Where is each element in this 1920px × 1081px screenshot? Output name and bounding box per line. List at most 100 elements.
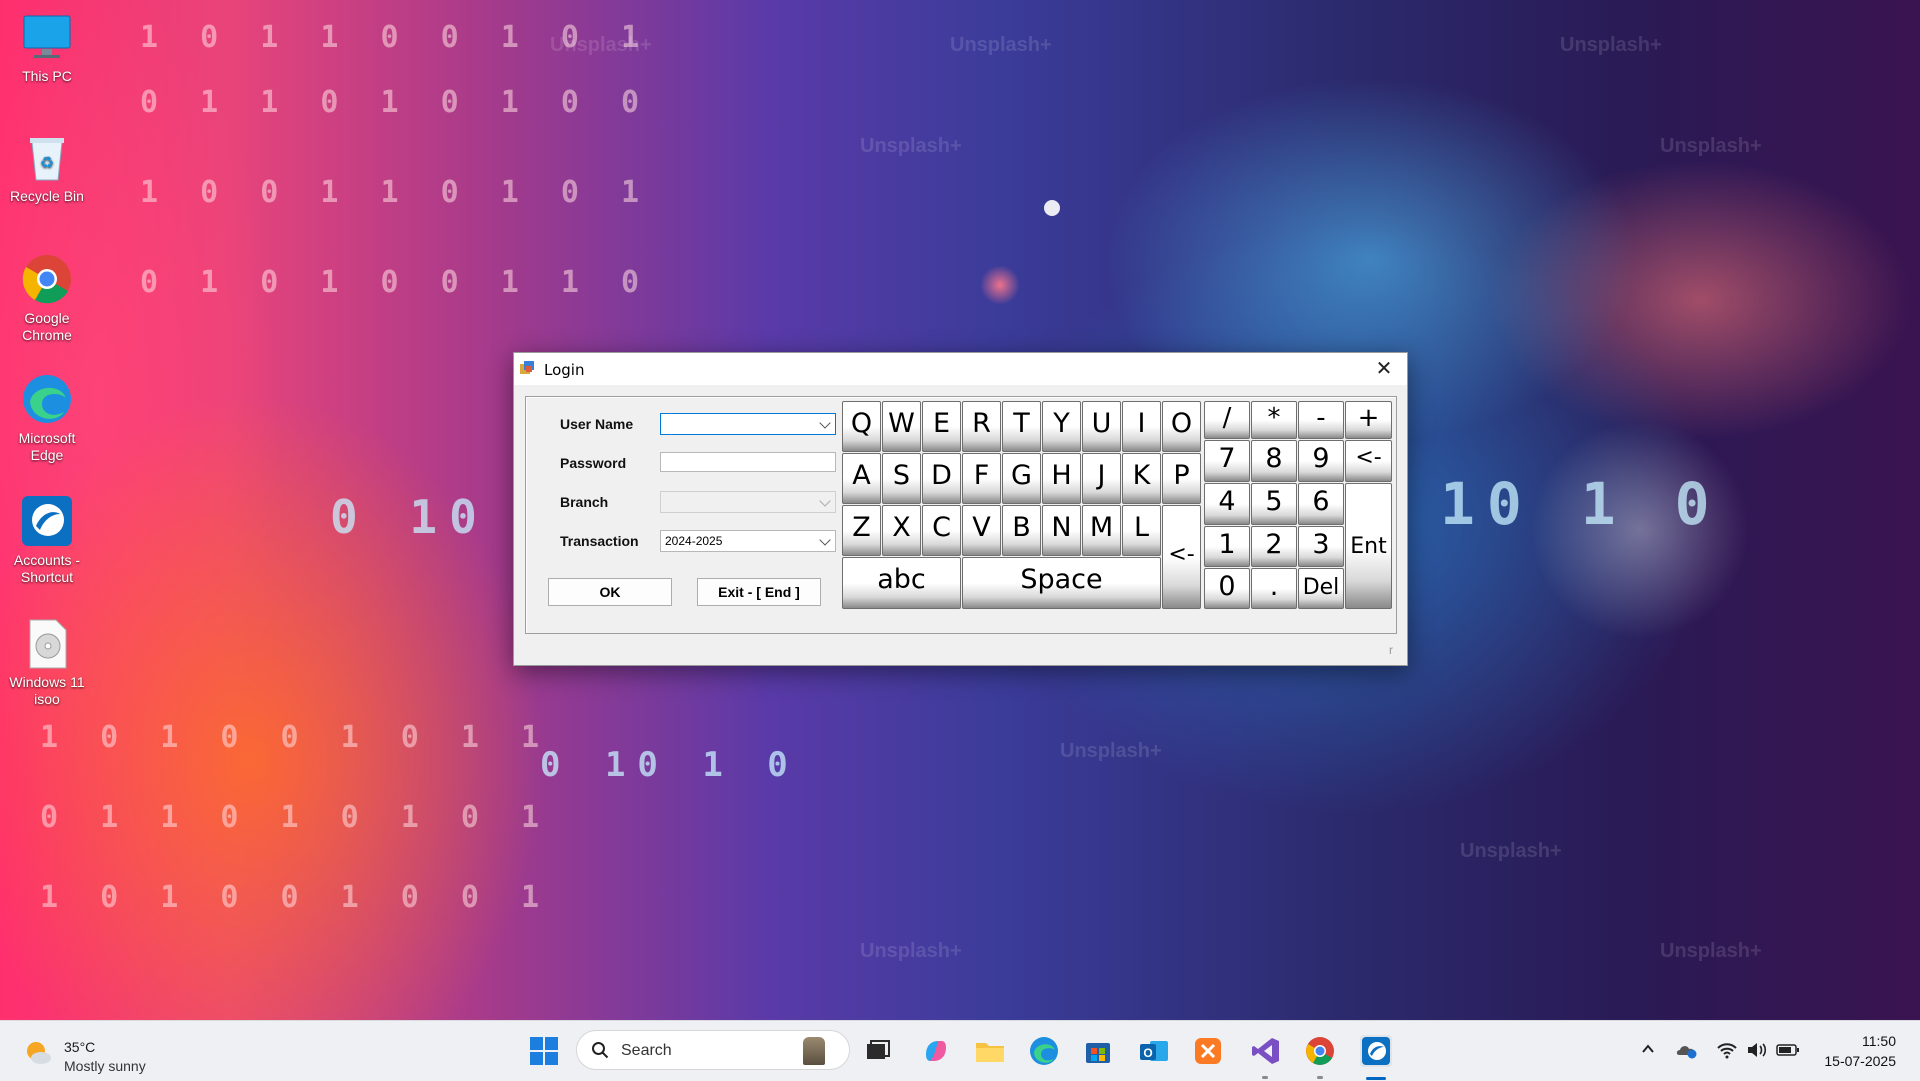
key-8[interactable]: 8 [1251, 440, 1297, 482]
username-combobox[interactable] [660, 413, 836, 435]
battery-icon[interactable] [1776, 1041, 1800, 1062]
ok-button[interactable]: OK [548, 578, 672, 606]
wifi-icon[interactable] [1716, 1041, 1738, 1062]
key-k[interactable]: K [1122, 453, 1161, 504]
desktop-icon-recycle-bin[interactable]: ♻ Recycle Bin [4, 130, 90, 205]
key-numpad-backspace[interactable]: <- [1345, 440, 1392, 482]
show-hidden-icons-chevron-icon[interactable] [1640, 1041, 1656, 1060]
key-w[interactable]: W [882, 401, 921, 452]
dialog-body: User Name Password Branch Transaction 20… [525, 396, 1397, 634]
key-plus[interactable]: + [1345, 401, 1392, 439]
key-1[interactable]: 1 [1204, 526, 1250, 567]
edge-icon[interactable] [1028, 1035, 1060, 1067]
on-screen-keyboard: Q W E R T Y U I O A S D F G H J K P Z X … [842, 401, 1394, 615]
key-d[interactable]: D [922, 453, 961, 504]
desktop-icon-google-chrome[interactable]: Google Chrome [4, 252, 90, 344]
chevron-down-icon[interactable] [819, 417, 831, 429]
chrome-icon[interactable] [1304, 1035, 1336, 1067]
key-i[interactable]: I [1122, 401, 1161, 452]
key-c[interactable]: C [922, 505, 961, 556]
key-del[interactable]: Del [1298, 568, 1344, 609]
key-9[interactable]: 9 [1298, 440, 1344, 482]
key-p[interactable]: P [1162, 453, 1201, 504]
wallpaper-watermark: Unsplash+ [550, 34, 652, 56]
running-indicator [1317, 1076, 1323, 1079]
key-m[interactable]: M [1082, 505, 1121, 556]
taskbar-search[interactable]: Search [576, 1030, 850, 1070]
xampp-icon[interactable] [1192, 1035, 1224, 1067]
key-abc[interactable]: abc [842, 557, 961, 609]
taskbar-clock[interactable]: 11:50 15-07-2025 [1824, 1031, 1896, 1071]
task-view-icon[interactable] [862, 1035, 894, 1067]
key-g[interactable]: G [1002, 453, 1041, 504]
monitor-icon [20, 10, 74, 64]
password-field[interactable] [660, 452, 836, 472]
key-6[interactable]: 6 [1298, 483, 1344, 525]
key-5[interactable]: 5 [1251, 483, 1297, 525]
key-h[interactable]: H [1042, 453, 1081, 504]
key-s[interactable]: S [882, 453, 921, 504]
transaction-label: Transaction [560, 533, 639, 549]
recycle-bin-icon: ♻ [20, 130, 74, 184]
key-4[interactable]: 4 [1204, 483, 1250, 525]
key-divide[interactable]: / [1204, 401, 1250, 439]
key-space[interactable]: Space [962, 557, 1161, 609]
key-enter[interactable]: Ent [1345, 483, 1392, 609]
desktop-icon-this-pc[interactable]: This PC [4, 10, 90, 85]
weather-temperature: 35°C [64, 1039, 96, 1055]
desktop-icon-windows-iso[interactable]: Windows 11 isoo [4, 616, 90, 708]
key-l[interactable]: L [1122, 505, 1161, 556]
key-a[interactable]: A [842, 453, 881, 504]
key-dot[interactable]: . [1251, 568, 1297, 609]
desktop-icon-label: Recycle Bin [10, 188, 84, 204]
desktop-icon-accounts-shortcut[interactable]: Accounts - Shortcut [4, 494, 90, 586]
weather-widget[interactable]: 35°C Mostly sunny [24, 1029, 224, 1074]
running-indicator [1262, 1076, 1268, 1079]
wallpaper-watermark: Unsplash+ [860, 940, 962, 962]
onedrive-icon[interactable] [1676, 1041, 1698, 1062]
key-z[interactable]: Z [842, 505, 881, 556]
accounts-app-taskbar-icon[interactable] [1360, 1035, 1392, 1067]
chrome-icon [20, 252, 74, 306]
key-e[interactable]: E [922, 401, 961, 452]
key-f[interactable]: F [962, 453, 1001, 504]
key-3[interactable]: 3 [1298, 526, 1344, 567]
desktop-icon-label: Microsoft Edge [18, 430, 76, 463]
wallpaper-digits: 1 0 0 1 1 0 1 0 1 [140, 175, 652, 210]
key-t[interactable]: T [1002, 401, 1041, 452]
key-b[interactable]: B [1002, 505, 1041, 556]
key-minus[interactable]: - [1298, 401, 1344, 439]
file-explorer-icon[interactable] [974, 1035, 1006, 1067]
key-2[interactable]: 2 [1251, 526, 1297, 567]
transaction-combobox[interactable]: 2024-2025 [660, 530, 836, 552]
key-backspace-left[interactable]: <- [1162, 505, 1201, 609]
title-bar[interactable]: Login ✕ [514, 353, 1407, 385]
outlook-icon[interactable]: O [1138, 1035, 1170, 1067]
key-o[interactable]: O [1162, 401, 1201, 452]
start-button[interactable] [528, 1035, 560, 1067]
wallpaper-digits: 1 0 1 0 0 1 0 1 1 [40, 720, 552, 755]
branch-combobox[interactable] [660, 491, 836, 513]
volume-icon[interactable] [1746, 1041, 1768, 1062]
key-r[interactable]: R [962, 401, 1001, 452]
key-v[interactable]: V [962, 505, 1001, 556]
disc-image-icon [20, 616, 74, 670]
microsoft-store-icon[interactable] [1082, 1035, 1114, 1067]
copilot-icon[interactable] [920, 1035, 952, 1067]
key-7[interactable]: 7 [1204, 440, 1250, 482]
key-multiply[interactable]: * [1251, 401, 1297, 439]
key-0[interactable]: 0 [1204, 568, 1250, 609]
key-u[interactable]: U [1082, 401, 1121, 452]
search-label: Search [621, 1042, 672, 1059]
resize-grip[interactable]: r [1389, 643, 1393, 657]
key-y[interactable]: Y [1042, 401, 1081, 452]
key-j[interactable]: J [1082, 453, 1121, 504]
desktop-icon-microsoft-edge[interactable]: Microsoft Edge [4, 372, 90, 464]
key-x[interactable]: X [882, 505, 921, 556]
exit-button[interactable]: Exit - [ End ] [697, 578, 821, 606]
key-n[interactable]: N [1042, 505, 1081, 556]
key-q[interactable]: Q [842, 401, 881, 452]
chevron-down-icon[interactable] [819, 534, 831, 546]
visual-studio-icon[interactable] [1250, 1035, 1282, 1067]
close-button[interactable]: ✕ [1361, 353, 1407, 385]
